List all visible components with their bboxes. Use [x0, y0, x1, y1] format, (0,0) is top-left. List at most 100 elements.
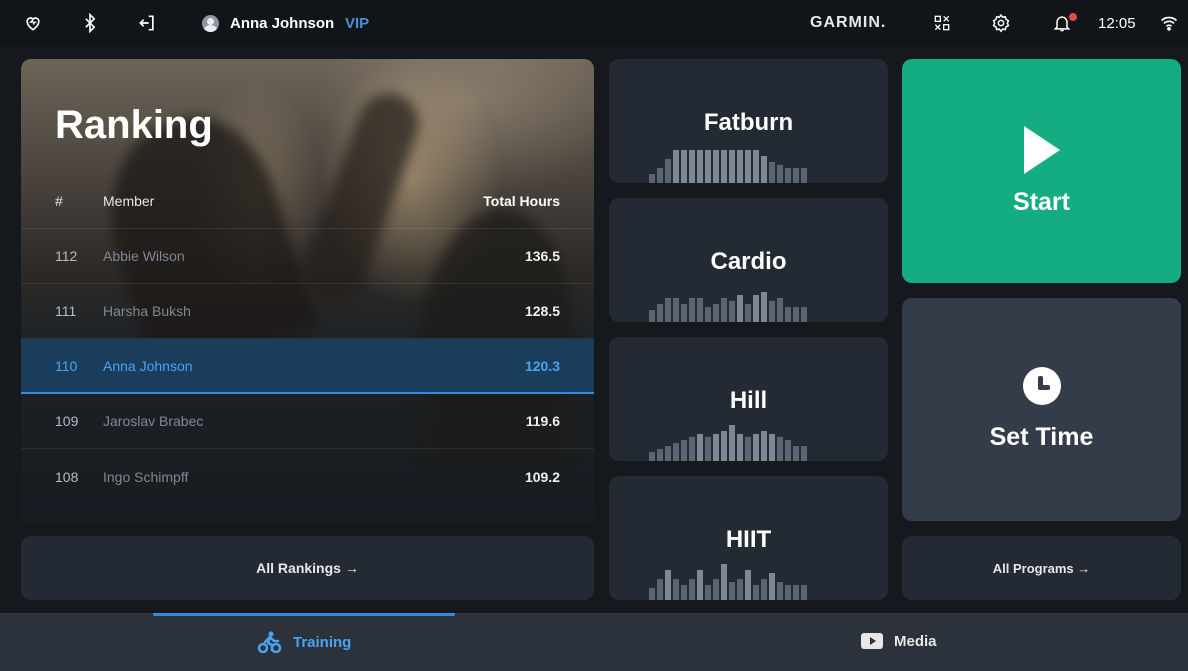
intensity-bar: [761, 292, 767, 322]
program-card-hill[interactable]: Hill: [609, 337, 888, 461]
intensity-bar: [697, 570, 703, 600]
column-header-rank: #: [55, 193, 63, 209]
intensity-bar: [665, 298, 671, 322]
member-name: Harsha Buksh: [103, 303, 191, 319]
brand-logo: GARMIN.: [810, 14, 887, 31]
rank-number: 112: [55, 248, 78, 264]
wifi-icon[interactable]: [1158, 12, 1180, 34]
intensity-bar: [649, 174, 655, 183]
intensity-bar: [777, 165, 783, 183]
intensity-profile: [649, 425, 807, 461]
intensity-bar: [769, 573, 775, 600]
intensity-bar: [649, 452, 655, 461]
intensity-bar: [681, 440, 687, 461]
bottom-navigation: Training Media: [0, 613, 1188, 671]
intensity-bar: [769, 162, 775, 183]
intensity-bar: [753, 585, 759, 600]
intensity-bar: [657, 449, 663, 461]
play-icon: [1023, 125, 1060, 174]
table-row[interactable]: 109 Jaroslav Brabec 119.6: [21, 394, 594, 449]
intensity-bar: [793, 168, 799, 183]
all-programs-button[interactable]: All Programs →: [902, 536, 1181, 600]
program-card-fatburn[interactable]: Fatburn: [609, 59, 888, 183]
intensity-bar: [737, 295, 743, 322]
tab-media-label: Media: [894, 632, 937, 650]
intensity-bar: [745, 304, 751, 322]
total-hours: 136.5: [524, 248, 560, 264]
avatar[interactable]: [202, 15, 219, 32]
intensity-bar: [705, 150, 711, 183]
program-title: Hill: [729, 387, 768, 414]
intensity-bar: [721, 150, 727, 183]
intensity-bar: [793, 307, 799, 322]
ranking-table-header: # Member Total Hours: [21, 174, 594, 229]
start-button[interactable]: Start: [902, 59, 1181, 283]
intensity-bar: [761, 431, 767, 461]
intensity-bar: [801, 168, 807, 183]
top-status-bar: Anna Johnson VIP GARMIN. 12:05: [0, 0, 1188, 46]
intensity-bar: [665, 570, 671, 600]
bike-rider-icon: [257, 631, 282, 653]
table-row[interactable]: 108 Ingo Schimpff 109.2: [21, 449, 594, 504]
intensity-bar: [769, 301, 775, 322]
intensity-bar: [737, 579, 743, 600]
intensity-bar: [753, 295, 759, 322]
bluetooth-icon[interactable]: [79, 12, 101, 34]
intensity-profile: [649, 286, 807, 322]
gear-icon[interactable]: [990, 12, 1012, 34]
logout-icon[interactable]: [136, 12, 158, 34]
intensity-bar: [737, 434, 743, 461]
tab-media[interactable]: Media: [860, 631, 937, 651]
clock-icon: [1022, 367, 1061, 405]
intensity-bar: [713, 579, 719, 600]
program-card-hiit[interactable]: HIIT: [609, 476, 888, 600]
intensity-bar: [673, 443, 679, 461]
program-title: HIIT: [725, 526, 772, 553]
intensity-bar: [697, 298, 703, 322]
intensity-bar: [777, 298, 783, 322]
tab-training[interactable]: Training: [257, 631, 351, 653]
qr-code-icon[interactable]: [931, 12, 953, 34]
table-row-current-user[interactable]: 110 Anna Johnson 120.3: [21, 339, 594, 394]
intensity-bar: [665, 159, 671, 183]
rank-number: 110: [55, 357, 78, 374]
all-rankings-button[interactable]: All Rankings →: [21, 536, 594, 600]
set-time-button[interactable]: Set Time: [902, 298, 1181, 521]
program-title: Fatburn: [703, 109, 794, 136]
intensity-bar: [801, 307, 807, 322]
intensity-bar: [761, 156, 767, 183]
heart-icon[interactable]: [22, 12, 44, 34]
clock: 12:05: [1098, 15, 1136, 32]
intensity-bar: [713, 150, 719, 183]
intensity-bar: [705, 585, 711, 600]
program-card-cardio[interactable]: Cardio: [609, 198, 888, 322]
rank-number: 111: [55, 303, 77, 319]
intensity-bar: [785, 585, 791, 600]
start-label: Start: [1013, 187, 1070, 216]
intensity-profile: [649, 147, 807, 183]
intensity-bar: [649, 310, 655, 322]
video-play-icon: [861, 633, 883, 649]
intensity-bar: [801, 585, 807, 600]
ranking-title: Ranking: [55, 103, 213, 147]
user-name[interactable]: Anna Johnson: [230, 15, 334, 32]
intensity-bar: [761, 579, 767, 600]
intensity-bar: [689, 150, 695, 183]
intensity-bar: [681, 304, 687, 322]
intensity-bar: [729, 582, 735, 600]
intensity-bar: [689, 579, 695, 600]
intensity-profile: [649, 564, 807, 600]
intensity-bar: [785, 168, 791, 183]
ranking-panel: Ranking # Member Total Hours 112 Abbie W…: [21, 59, 594, 522]
vip-badge: VIP: [345, 15, 370, 32]
total-hours: 109.2: [524, 468, 560, 485]
ranking-table: # Member Total Hours 112 Abbie Wilson 13…: [21, 174, 594, 504]
intensity-bar: [753, 150, 759, 183]
intensity-bar: [673, 150, 679, 183]
intensity-bar: [665, 446, 671, 461]
intensity-bar: [729, 301, 735, 322]
intensity-bar: [793, 446, 799, 461]
table-row[interactable]: 111 Harsha Buksh 128.5: [21, 284, 594, 339]
table-row[interactable]: 112 Abbie Wilson 136.5: [21, 229, 594, 284]
intensity-bar: [681, 150, 687, 183]
